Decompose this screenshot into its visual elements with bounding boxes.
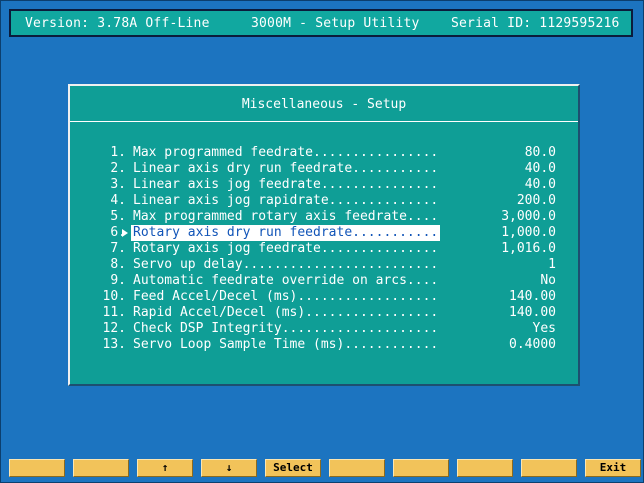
up-arrow-key-button[interactable]: ↑: [137, 459, 193, 477]
setting-label: Automatic feedrate override on arcs....: [133, 273, 439, 288]
setting-label: Max programmed rotary axis feedrate....: [133, 209, 439, 224]
setting-label: Max programmed feedrate................: [133, 145, 439, 160]
setting-row-rotary-jog-feedrate[interactable]: 7. Rotary axis jog feedrate.............…: [70, 241, 578, 257]
setting-label: Check DSP Integrity....................: [133, 321, 439, 336]
setting-label: Rotary axis dry run feedrate...........: [131, 225, 441, 241]
setting-row-servo-loop-sample-time[interactable]: 13. Servo Loop Sample Time (ms).........…: [70, 337, 578, 353]
setting-value: 140.00: [509, 305, 556, 320]
setting-value: 40.0: [524, 177, 556, 192]
setting-value: 80.0: [524, 145, 556, 160]
setting-row-servo-up-delay[interactable]: 8. Servo up delay.......................…: [70, 257, 578, 273]
setting-value: No: [540, 273, 556, 288]
setting-number: 10.: [102, 289, 126, 304]
setting-label: Servo Loop Sample Time (ms)............: [133, 337, 439, 352]
setting-value: 0.4000: [509, 337, 556, 352]
setting-number: 3.: [110, 177, 126, 192]
dialog-divider: [70, 121, 578, 122]
version-text: Version: 3.78A Off-Line: [25, 16, 210, 31]
setting-label: Linear axis jog rapidrate..............: [133, 193, 439, 208]
setting-value: Yes: [532, 321, 556, 336]
app-title: 3000M - Setup Utility: [251, 16, 420, 31]
f9-key-button[interactable]: [521, 459, 577, 477]
setting-row-check-dsp-integrity[interactable]: 12. Check DSP Integrity.................…: [70, 321, 578, 337]
setting-row-rotary-dry-run[interactable]: 6. Rotary axis dry run feedrate.........…: [70, 225, 578, 241]
setting-row-feed-accel-decel[interactable]: 10. Feed Accel/Decel (ms)...............…: [70, 289, 578, 305]
setting-value: 1: [548, 257, 556, 272]
serial-id-text: Serial ID: 1129595216: [451, 16, 620, 31]
setting-number: 4.: [110, 193, 126, 208]
setting-number: 11.: [102, 305, 126, 320]
setting-value: 140.00: [509, 289, 556, 304]
f7-key-button[interactable]: [393, 459, 449, 477]
setting-value: 1,000.0: [501, 225, 556, 240]
down-arrow-key-button[interactable]: ↓: [201, 459, 257, 477]
setting-value: 1,016.0: [501, 241, 556, 256]
setting-number: 9.: [110, 273, 126, 288]
setting-value: 200.0: [516, 193, 556, 208]
setting-value: 3,000.0: [501, 209, 556, 224]
setting-row-linear-jog-feedrate[interactable]: 3. Linear axis jog feedrate.............…: [70, 177, 578, 193]
f8-key-button[interactable]: [457, 459, 513, 477]
setting-row-max-feedrate[interactable]: 1. Max programmed feedrate..............…: [70, 145, 578, 161]
setting-label: Servo up delay.........................: [133, 257, 439, 272]
setting-row-feedrate-override-arcs[interactable]: 9. Automatic feedrate override on arcs..…: [70, 273, 578, 289]
setting-row-linear-dry-run[interactable]: 2. Linear axis dry run feedrate.........…: [70, 161, 578, 177]
f1-key-button[interactable]: [9, 459, 65, 477]
f2-key-button[interactable]: [73, 459, 129, 477]
select-key-button[interactable]: Select: [265, 459, 321, 477]
setting-number: 12.: [102, 321, 126, 336]
setting-number: 1.: [110, 145, 126, 160]
misc-setup-dialog: Miscellaneous - Setup 1. Max programmed …: [68, 84, 580, 386]
selection-pointer-icon: [122, 229, 128, 237]
setting-number: 2.: [110, 161, 126, 176]
exit-key-button[interactable]: Exit: [585, 459, 641, 477]
dialog-title: Miscellaneous - Setup: [241, 97, 407, 112]
setting-number: 7.: [110, 241, 126, 256]
setting-number: 8.: [110, 257, 126, 272]
setting-number: 5.: [110, 209, 126, 224]
setting-label: Linear axis jog feedrate...............: [133, 177, 439, 192]
setting-row-rapid-accel-decel[interactable]: 11. Rapid Accel/Decel (ms)..............…: [70, 305, 578, 321]
setting-row-linear-jog-rapidrate[interactable]: 4. Linear axis jog rapidrate............…: [70, 193, 578, 209]
setting-row-max-rotary-feedrate[interactable]: 5. Max programmed rotary axis feedrate..…: [70, 209, 578, 225]
setting-label: Rapid Accel/Decel (ms).................: [133, 305, 439, 320]
status-header: Version: 3.78A Off-Line 3000M - Setup Ut…: [9, 9, 633, 37]
f6-key-button[interactable]: [329, 459, 385, 477]
setting-label: Feed Accel/Decel (ms)..................: [133, 289, 439, 304]
setting-label: Linear axis dry run feedrate...........: [133, 161, 439, 176]
setting-value: 40.0: [524, 161, 556, 176]
setting-label: Rotary axis jog feedrate...............: [133, 241, 439, 256]
setting-number: 13.: [102, 337, 126, 352]
